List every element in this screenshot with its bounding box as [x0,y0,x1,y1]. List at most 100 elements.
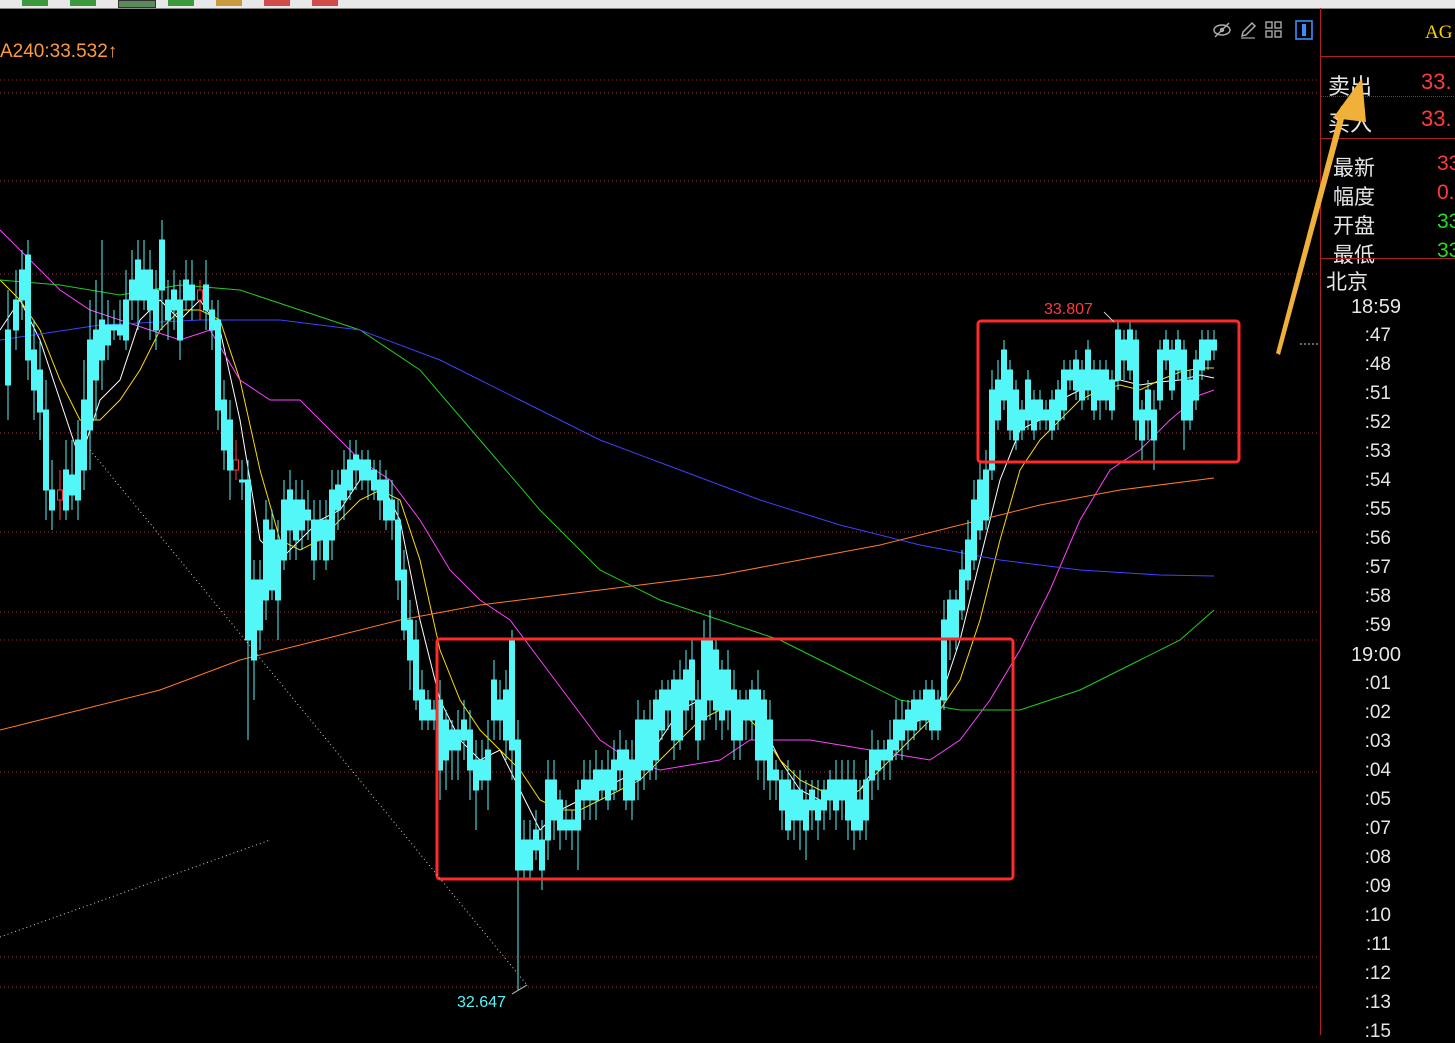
toolbar-tab-5[interactable] [216,0,242,6]
time-tick: :03 [1364,731,1391,752]
candle-body [539,839,545,871]
info-label: 最低 [1333,244,1375,267]
candle-body [263,519,269,601]
candle-body [281,499,287,561]
candle-body [13,299,19,331]
time-tick: :57 [1364,557,1391,578]
candle-body [773,769,779,781]
candle-body [419,689,425,721]
candle-body [1181,349,1187,421]
candle-body [941,619,947,701]
candle-body [1169,349,1175,391]
candle-body [413,639,419,701]
candle-body [1139,409,1145,441]
candle-body [803,799,809,831]
candle-body [105,324,111,346]
candle-body [443,719,449,761]
candle-body [815,799,821,821]
candle-body [239,479,245,483]
candle-body [557,799,563,831]
candle-body [473,759,479,791]
high-price-label: 33.807 [1044,301,1093,318]
info-value: 33 [1437,210,1455,233]
candle-body [869,749,875,781]
candle-body [25,254,31,361]
candle-body [533,829,539,851]
candle-body [971,499,977,561]
candle-body [521,839,527,871]
candle-body [323,519,329,561]
toolbar-tab-1[interactable] [22,0,48,6]
time-tick: :01 [1364,673,1391,694]
candle-body [785,779,791,831]
divider [1321,56,1455,57]
candle-body [43,409,49,491]
candle-body [1193,359,1199,401]
candle-body [701,639,707,721]
candle-body [1157,349,1163,401]
kline-chart-area[interactable]: 33.807 32.647 A240:33.532↑ [0,8,1320,1035]
candle-body [665,689,671,711]
candle-body [19,269,25,301]
eye-hide-icon[interactable] [1212,20,1232,40]
candle-body [153,289,159,331]
time-tick: :59 [1364,615,1391,636]
candle-body [57,489,63,501]
pencil-icon[interactable] [1238,20,1258,40]
candle-body [725,669,731,711]
toolbar-tab-2[interactable] [70,0,96,6]
candle-body [599,769,605,791]
candle-body [75,439,81,501]
candle-body [203,284,209,311]
candle-body [845,779,851,821]
candle-body [605,769,611,801]
candle-body [1091,369,1097,411]
toolbar-tab-7[interactable] [312,0,338,6]
candle-body [551,779,557,821]
candle-body [401,569,407,631]
toolbar-tab-4[interactable] [168,0,194,6]
time-tick: :48 [1364,354,1391,375]
candle-body [135,259,141,301]
symbol-code[interactable]: AG [1425,22,1452,44]
time-tick: :58 [1364,586,1391,607]
candle-body [647,719,653,771]
candle-body [575,789,581,831]
kline-chart[interactable]: 33.807 32.647 [0,8,1320,1035]
ma240-label: A240:33.532↑ [0,41,118,62]
time-tick: 18:59 [1350,296,1401,318]
candle-body [287,489,293,531]
time-tick: :12 [1364,963,1391,984]
candle-body [479,759,485,781]
time-tick: :02 [1364,702,1391,723]
candle-body [761,699,767,761]
time-tick: :56 [1364,528,1391,549]
time-tick: 19:00 [1350,644,1401,666]
candle-body [1121,339,1127,361]
candle-body [467,729,473,771]
candle-body [1109,379,1115,411]
toolbar-tab-3[interactable] [118,0,156,8]
candle-body [881,749,887,761]
candle-body [1199,339,1205,371]
candle-body [683,669,689,711]
candle-body [1025,379,1031,421]
candle-body [377,479,383,501]
buy-value: 33. [1421,106,1452,131]
panel-icon[interactable] [1294,20,1314,40]
time-tick: :05 [1364,789,1391,810]
grid-icon[interactable] [1264,20,1284,40]
candle-body [49,489,55,511]
candle-body [341,469,347,501]
toolbar-tab-6[interactable] [264,0,290,6]
candle-body [1211,339,1217,351]
quote-sidebar: AG 卖出 33. 买入 33. 最新 33 幅度 0. 开盘 33 最低 33 北京 18:… [1320,8,1455,1042]
candle-body [917,699,923,721]
candle-body [407,619,413,661]
candle-body [111,324,117,331]
candle-body [719,669,725,721]
candle-body [515,739,521,871]
candle-body [395,519,401,581]
candle-body [317,519,323,541]
low-pointer [511,984,528,995]
